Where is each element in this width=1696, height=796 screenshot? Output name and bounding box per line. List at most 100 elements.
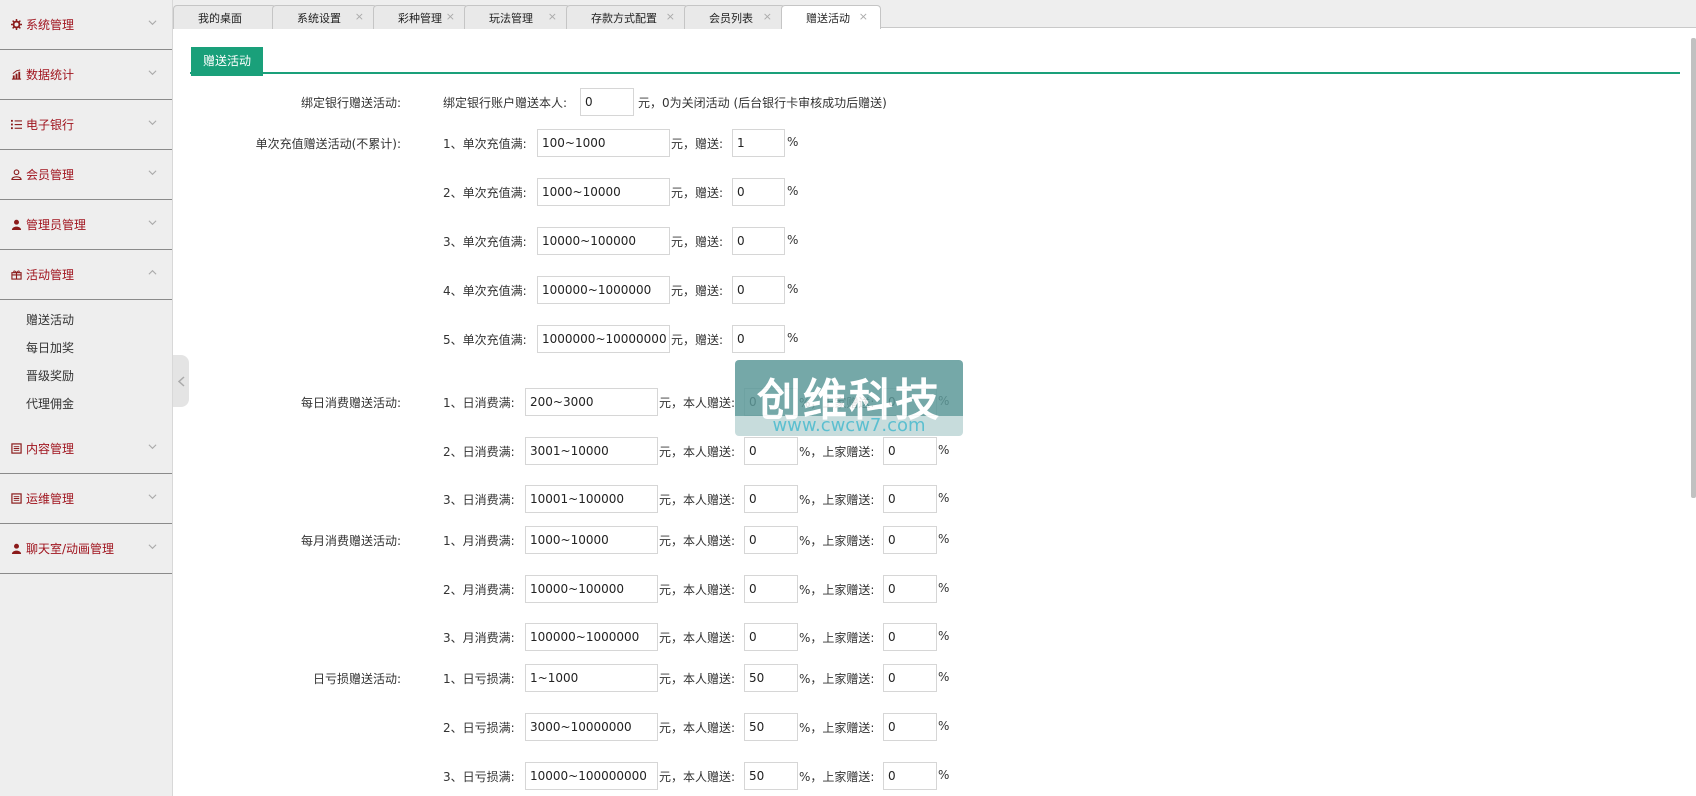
tab-label: 玩法管理 bbox=[489, 11, 533, 25]
row-mid2: %，上家赠送: bbox=[799, 672, 875, 686]
recharge-row-prefix: 4、单次充值满: bbox=[443, 284, 527, 298]
range-input[interactable] bbox=[525, 388, 658, 416]
tab-3[interactable]: 玩法管理 × bbox=[464, 5, 570, 29]
percent-unit: % bbox=[787, 331, 799, 345]
tab-0[interactable]: 我的桌面 bbox=[173, 5, 276, 29]
recharge-range-input[interactable] bbox=[537, 129, 670, 157]
sidebar-item-8[interactable]: 聊天室/动画管理 bbox=[0, 524, 172, 574]
recharge-bonus-input[interactable] bbox=[732, 276, 785, 304]
close-icon[interactable]: × bbox=[446, 10, 455, 23]
close-icon[interactable]: × bbox=[355, 10, 364, 23]
recharge-bonus-input[interactable] bbox=[732, 227, 785, 255]
row-mid: 元，本人赠送: bbox=[659, 583, 736, 597]
row-prefix: 3、日亏损满: bbox=[443, 770, 515, 784]
scrollbar[interactable] bbox=[1691, 38, 1696, 498]
close-icon[interactable]: × bbox=[763, 10, 772, 23]
range-input[interactable] bbox=[525, 762, 658, 790]
sidebar-subitem[interactable]: 每日加奖 bbox=[0, 334, 172, 362]
row-mid2: %，上家赠送: bbox=[799, 445, 875, 459]
recharge-bonus-input[interactable] bbox=[732, 325, 785, 353]
self-bonus-input[interactable] bbox=[744, 713, 798, 741]
sidebar-subitem[interactable]: 晋级奖励 bbox=[0, 362, 172, 390]
row-mid: 元，本人赠送: bbox=[659, 534, 736, 548]
self-bonus-input[interactable] bbox=[744, 526, 798, 554]
row-prefix: 2、月消费满: bbox=[443, 583, 515, 597]
tab-6[interactable]: 赠送活动 × bbox=[781, 5, 881, 29]
percent-unit: % bbox=[787, 233, 799, 247]
row-mid: 元，本人赠送: bbox=[659, 396, 736, 410]
tab-2[interactable]: 彩种管理 × bbox=[373, 5, 468, 29]
sidebar-item-label: 数据统计 bbox=[26, 68, 75, 82]
parent-bonus-input[interactable] bbox=[883, 526, 937, 554]
parent-bonus-input[interactable] bbox=[883, 713, 937, 741]
percent-unit: % bbox=[938, 532, 950, 546]
parent-bonus-input[interactable] bbox=[883, 664, 937, 692]
recharge-range-input[interactable] bbox=[537, 276, 670, 304]
sidebar-subitem[interactable]: 赠送活动 bbox=[0, 306, 172, 334]
list-icon bbox=[10, 119, 22, 131]
self-bonus-input[interactable] bbox=[744, 664, 798, 692]
recharge-range-input[interactable] bbox=[537, 178, 670, 206]
self-bonus-input[interactable] bbox=[744, 575, 798, 603]
recharge-row-mid: 元，赠送: bbox=[671, 333, 724, 347]
parent-bonus-input[interactable] bbox=[883, 623, 937, 651]
row-prefix: 2、日消费满: bbox=[443, 445, 515, 459]
self-bonus-input[interactable] bbox=[744, 762, 798, 790]
range-input[interactable] bbox=[525, 485, 658, 513]
sidebar-item-6[interactable]: 内容管理 bbox=[0, 424, 172, 474]
range-input[interactable] bbox=[525, 526, 658, 554]
recharge-row-mid: 元，赠送: bbox=[671, 235, 724, 249]
sidebar-item-label: 运维管理 bbox=[26, 492, 75, 506]
range-input[interactable] bbox=[525, 664, 658, 692]
row-mid: 元，本人赠送: bbox=[659, 721, 736, 735]
percent-unit: % bbox=[787, 282, 799, 296]
sidebar-item-0[interactable]: 系统管理 bbox=[0, 0, 172, 50]
percent-unit: % bbox=[938, 719, 950, 733]
close-icon[interactable]: × bbox=[666, 10, 675, 23]
parent-bonus-input[interactable] bbox=[883, 485, 937, 513]
tab-label: 会员列表 bbox=[709, 11, 753, 25]
bind-bank-label: 绑定银行赠送活动: bbox=[300, 96, 401, 110]
row-mid: 元，本人赠送: bbox=[659, 672, 736, 686]
bind-bank-amount-input[interactable] bbox=[580, 88, 634, 116]
parent-bonus-input[interactable] bbox=[883, 437, 937, 465]
close-icon[interactable]: × bbox=[548, 10, 557, 23]
self-bonus-input[interactable] bbox=[744, 437, 798, 465]
tab-1[interactable]: 系统设置 × bbox=[272, 5, 377, 29]
range-input[interactable] bbox=[525, 575, 658, 603]
percent-unit: % bbox=[938, 443, 950, 457]
sidebar-item-label: 电子银行 bbox=[26, 118, 75, 132]
row-mid2: %，上家赠送: bbox=[799, 770, 875, 784]
recharge-row-mid: 元，赠送: bbox=[671, 284, 724, 298]
row-prefix: 1、日亏损满: bbox=[443, 672, 515, 686]
percent-unit: % bbox=[938, 768, 950, 782]
self-bonus-input[interactable] bbox=[744, 623, 798, 651]
row-prefix: 3、月消费满: bbox=[443, 631, 515, 645]
self-bonus-input[interactable] bbox=[744, 485, 798, 513]
parent-bonus-input[interactable] bbox=[883, 575, 937, 603]
parent-bonus-input[interactable] bbox=[883, 762, 937, 790]
tab-5[interactable]: 会员列表 × bbox=[684, 5, 785, 29]
range-input[interactable] bbox=[525, 623, 658, 651]
sidebar-item-4[interactable]: 管理员管理 bbox=[0, 200, 172, 250]
tab-4[interactable]: 存款方式配置 × bbox=[566, 5, 688, 29]
tab-label: 存款方式配置 bbox=[591, 11, 657, 25]
recharge-bonus-input[interactable] bbox=[732, 129, 785, 157]
recharge-bonus-input[interactable] bbox=[732, 178, 785, 206]
user-outline-icon bbox=[10, 169, 22, 181]
sidebar-item-2[interactable]: 电子银行 bbox=[0, 100, 172, 150]
recharge-range-input[interactable] bbox=[537, 227, 670, 255]
sidebar-item-3[interactable]: 会员管理 bbox=[0, 150, 172, 200]
row-mid: 元，本人赠送: bbox=[659, 493, 736, 507]
sidebar-collapse-handle[interactable] bbox=[173, 355, 189, 407]
book-icon bbox=[10, 443, 22, 455]
sidebar-subitem[interactable]: 代理佣金 bbox=[0, 390, 172, 418]
recharge-range-input[interactable] bbox=[537, 325, 670, 353]
range-input[interactable] bbox=[525, 713, 658, 741]
sidebar-item-1[interactable]: 数据统计 bbox=[0, 50, 172, 100]
range-input[interactable] bbox=[525, 437, 658, 465]
chevron-down-icon bbox=[148, 20, 157, 26]
sidebar-item-7[interactable]: 运维管理 bbox=[0, 474, 172, 524]
close-icon[interactable]: × bbox=[859, 10, 868, 23]
sidebar-item-5[interactable]: 活动管理 bbox=[0, 250, 172, 300]
